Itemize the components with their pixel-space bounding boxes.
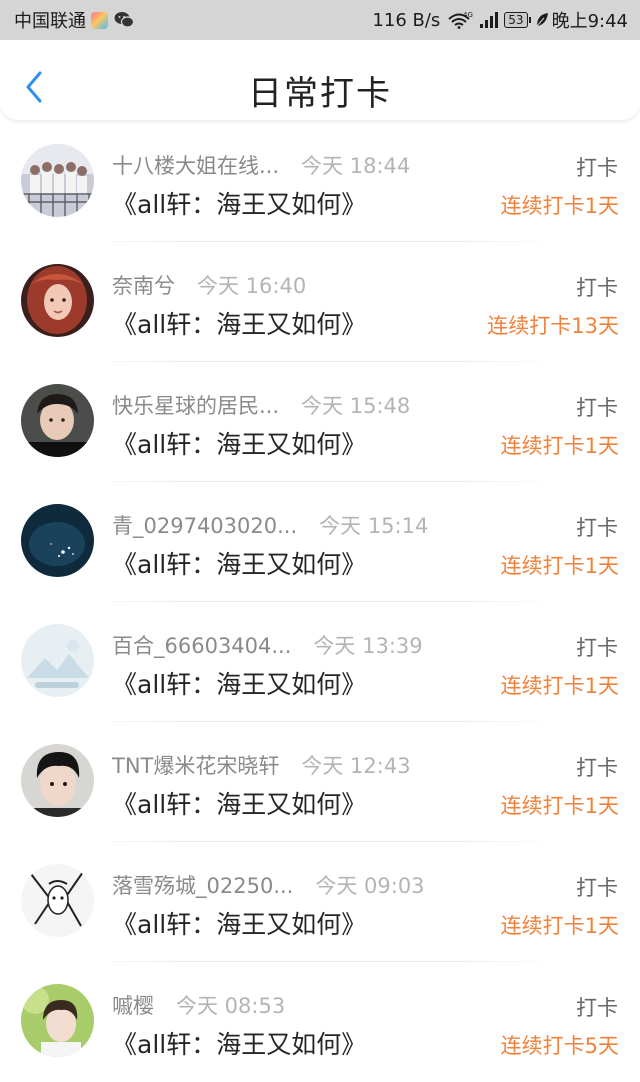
list-item[interactable]: 快乐星球的居民... 今天 15:48 《all轩：海王又如何》 打卡 连续打卡1… bbox=[0, 362, 640, 482]
streak-label: 连续打卡13天 bbox=[487, 314, 619, 338]
avatar[interactable] bbox=[21, 744, 94, 817]
clock: 晚上9:44 bbox=[551, 11, 628, 32]
checkin-time: 今天 09:03 bbox=[315, 874, 425, 898]
book-title[interactable]: 《all轩：海王又如何》 bbox=[112, 185, 366, 221]
status-right: 116 B/s 4G 53 晚上9:44 bbox=[372, 7, 628, 33]
signal-icon bbox=[480, 12, 499, 28]
checkin-label: 打卡 bbox=[576, 636, 618, 660]
avatar[interactable] bbox=[21, 984, 94, 1057]
streak-label: 连续打卡1天 bbox=[500, 794, 619, 818]
streak-label: 连续打卡5天 bbox=[500, 1034, 619, 1058]
book-title[interactable]: 《all轩：海王又如何》 bbox=[112, 1025, 366, 1061]
checkin-label: 打卡 bbox=[576, 756, 618, 780]
avatar[interactable] bbox=[21, 384, 94, 457]
header: 日常打卡 bbox=[0, 40, 640, 122]
checkin-label: 打卡 bbox=[576, 516, 618, 540]
avatar[interactable] bbox=[21, 144, 94, 217]
streak-label: 连续打卡1天 bbox=[500, 434, 619, 458]
book-title[interactable]: 《all轩：海王又如何》 bbox=[112, 425, 366, 461]
username[interactable]: 奈南兮 bbox=[112, 274, 175, 298]
username-line: TNT爆米花宋晓轩 今天 12:43 bbox=[112, 750, 411, 780]
avatar[interactable] bbox=[21, 864, 94, 937]
checkin-time: 今天 15:14 bbox=[319, 514, 429, 538]
checkin-label: 打卡 bbox=[576, 156, 618, 180]
avatar[interactable] bbox=[21, 264, 94, 337]
book-title[interactable]: 《all轩：海王又如何》 bbox=[112, 665, 366, 701]
list-item[interactable]: TNT爆米花宋晓轩 今天 12:43 《all轩：海王又如何》 打卡 连续打卡1天 bbox=[0, 722, 640, 842]
battery-tip bbox=[528, 17, 531, 23]
username[interactable]: 青_0297403020... bbox=[112, 514, 297, 538]
streak-label: 连续打卡1天 bbox=[500, 554, 619, 578]
avatar[interactable] bbox=[21, 624, 94, 697]
battery-level: 53 bbox=[504, 12, 528, 28]
username-line: 十八楼大姐在线... 今天 18:44 bbox=[112, 150, 410, 180]
wechat-icon bbox=[114, 11, 134, 29]
username[interactable]: 十八楼大姐在线... bbox=[112, 154, 279, 178]
carrier-name: 中国联通 bbox=[14, 11, 86, 32]
username-line: 青_0297403020... 今天 15:14 bbox=[112, 510, 428, 540]
list-item[interactable]: 十八楼大姐在线... 今天 18:44 《all轩：海王又如何》 打卡 连续打卡1… bbox=[0, 122, 640, 242]
username[interactable]: 快乐星球的居民... bbox=[112, 394, 279, 418]
avatar[interactable] bbox=[21, 504, 94, 577]
book-title[interactable]: 《all轩：海王又如何》 bbox=[112, 305, 366, 341]
streak-label: 连续打卡1天 bbox=[500, 194, 619, 218]
checkin-time: 今天 16:40 bbox=[197, 274, 307, 298]
streak-label: 连续打卡1天 bbox=[500, 914, 619, 938]
username-line: 嘁樱 今天 08:53 bbox=[112, 990, 285, 1020]
checkin-time: 今天 18:44 bbox=[301, 154, 411, 178]
header-card: 日常打卡 bbox=[0, 40, 640, 120]
list-item[interactable]: 奈南兮 今天 16:40 《all轩：海王又如何》 打卡 连续打卡13天 bbox=[0, 242, 640, 362]
checkin-list[interactable]: 十八楼大姐在线... 今天 18:44 《all轩：海王又如何》 打卡 连续打卡1… bbox=[0, 122, 640, 1082]
username[interactable]: 嘁樱 bbox=[112, 994, 154, 1018]
username[interactable]: TNT爆米花宋晓轩 bbox=[112, 754, 279, 778]
checkin-time: 今天 12:43 bbox=[301, 754, 411, 778]
list-item[interactable]: 嘁樱 今天 08:53 《all轩：海王又如何》 打卡 连续打卡5天 bbox=[0, 962, 640, 1082]
checkin-label: 打卡 bbox=[576, 876, 618, 900]
wifi-icon: 4G bbox=[448, 11, 474, 29]
page-title: 日常打卡 bbox=[248, 74, 392, 114]
battery-icon: 53 bbox=[504, 12, 531, 28]
username[interactable]: 落雪殇城_02250... bbox=[112, 874, 293, 898]
status-left: 中国联通 bbox=[14, 7, 134, 33]
streak-label: 连续打卡1天 bbox=[500, 674, 619, 698]
checkin-time: 今天 08:53 bbox=[176, 994, 286, 1018]
username-line: 百合_66603404... 今天 13:39 bbox=[112, 630, 423, 660]
checkin-time: 今天 15:48 bbox=[301, 394, 411, 418]
net-speed: 116 B/s bbox=[372, 9, 441, 31]
leaf-icon bbox=[535, 12, 549, 28]
checkin-time: 今天 13:39 bbox=[313, 634, 423, 658]
list-item[interactable]: 青_0297403020... 今天 15:14 《all轩：海王又如何》 打卡 … bbox=[0, 482, 640, 602]
checkin-label: 打卡 bbox=[576, 276, 618, 300]
checkin-label: 打卡 bbox=[576, 396, 618, 420]
status-bar: 中国联通 116 B/s 4G 53 晚上9:44 bbox=[0, 0, 640, 40]
checkin-label: 打卡 bbox=[576, 996, 618, 1020]
username-line: 快乐星球的居民... 今天 15:48 bbox=[112, 390, 410, 420]
list-item[interactable]: 百合_66603404... 今天 13:39 《all轩：海王又如何》 打卡 连… bbox=[0, 602, 640, 722]
list-item[interactable]: 落雪殇城_02250... 今天 09:03 《all轩：海王又如何》 打卡 连续… bbox=[0, 842, 640, 962]
book-title[interactable]: 《all轩：海王又如何》 bbox=[112, 545, 366, 581]
username-line: 落雪殇城_02250... 今天 09:03 bbox=[112, 870, 425, 900]
username[interactable]: 百合_66603404... bbox=[112, 634, 291, 658]
book-title[interactable]: 《all轩：海王又如何》 bbox=[112, 785, 366, 821]
book-title[interactable]: 《all轩：海王又如何》 bbox=[112, 905, 366, 941]
app-notification-icon bbox=[91, 11, 108, 29]
username-line: 奈南兮 今天 16:40 bbox=[112, 270, 306, 300]
